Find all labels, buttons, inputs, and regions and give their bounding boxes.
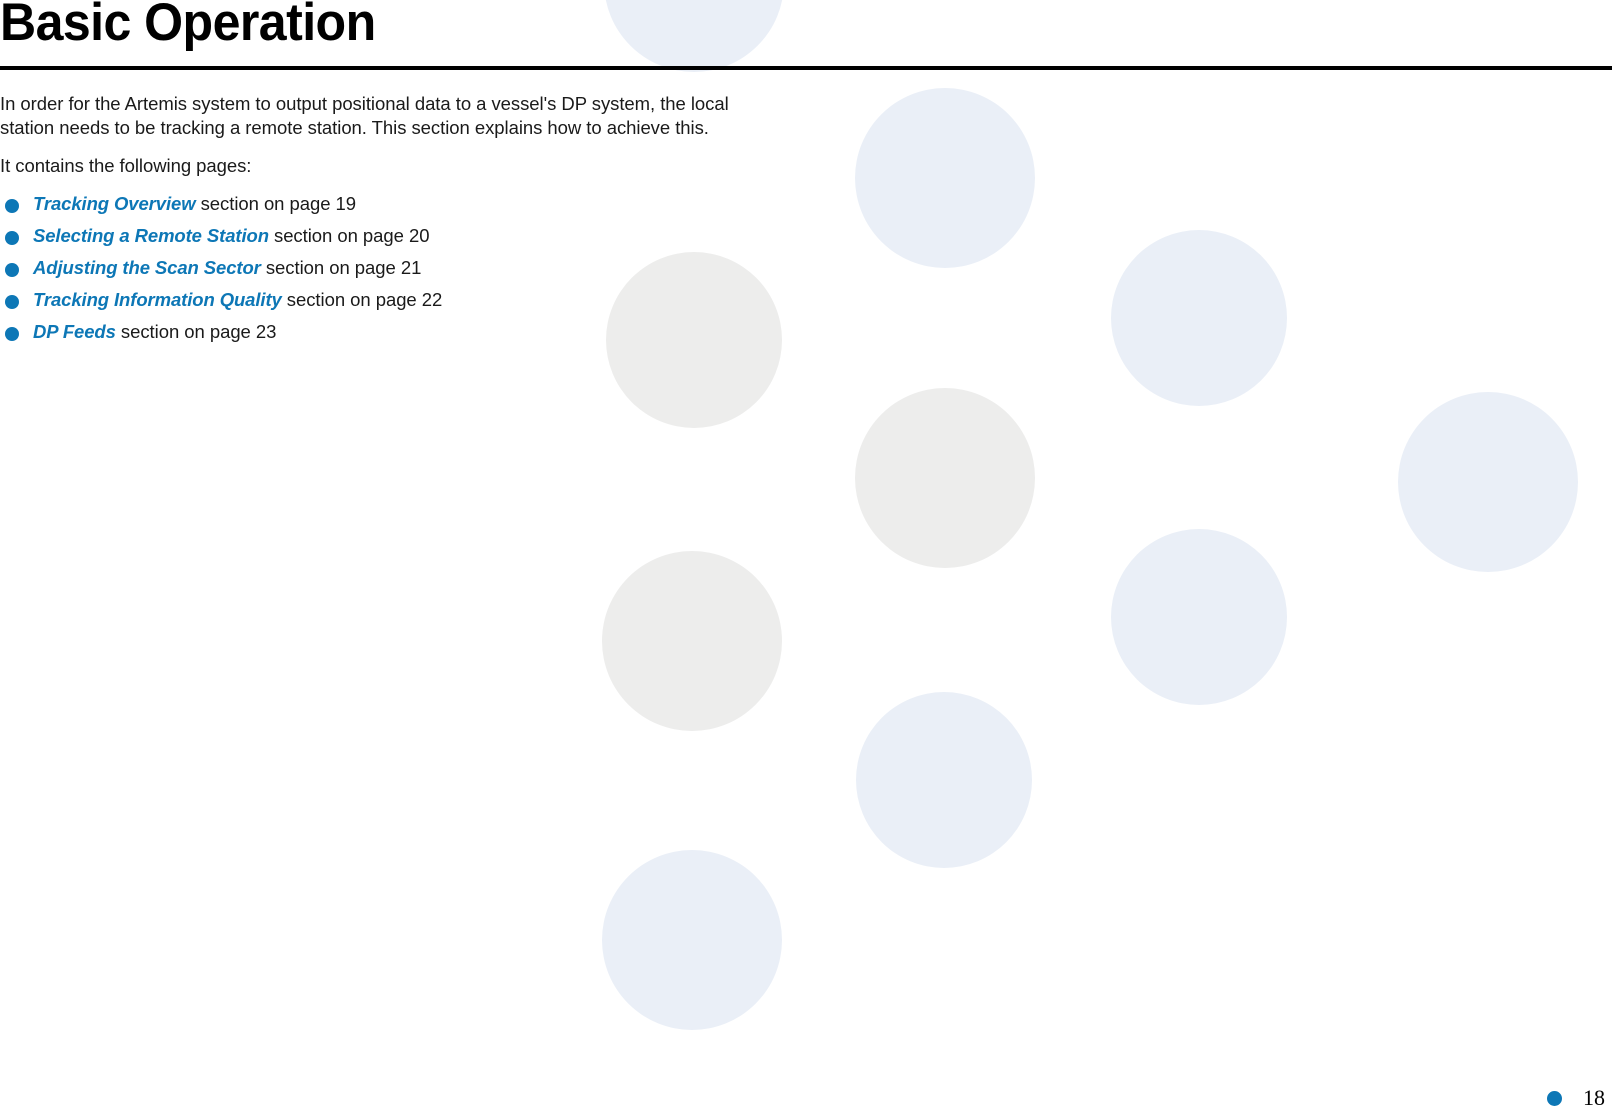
list-item[interactable]: Tracking Overview section on page 19 bbox=[0, 188, 820, 220]
filled-circle-icon bbox=[5, 294, 19, 309]
section-cross-reference-list: Tracking Overview section on page 19 Sele… bbox=[0, 188, 820, 348]
decor-circle-blue-3 bbox=[1111, 230, 1287, 406]
list-item[interactable]: Adjusting the Scan Sector section on pag… bbox=[0, 252, 820, 284]
filled-circle-icon bbox=[5, 326, 19, 341]
decor-circle-gray-3 bbox=[602, 551, 782, 731]
contains-pages-line: It contains the following pages: bbox=[0, 155, 252, 176]
filled-circle-icon bbox=[1547, 1090, 1562, 1106]
cross-reference-page-ref: section on page 23 bbox=[115, 320, 277, 342]
list-item[interactable]: DP Feeds section on page 23 bbox=[0, 316, 820, 348]
decor-circle-blue-7 bbox=[602, 850, 782, 1030]
intro-paragraph: In order for the Artemis system to outpu… bbox=[0, 93, 729, 138]
filled-circle-icon bbox=[5, 230, 19, 245]
filled-circle-icon bbox=[5, 198, 19, 213]
list-item[interactable]: Selecting a Remote Station section on pa… bbox=[0, 220, 820, 252]
decor-circle-blue-1 bbox=[604, 0, 784, 72]
cross-reference-link[interactable]: Tracking Overview bbox=[33, 193, 196, 214]
decor-circle-blue-6 bbox=[856, 692, 1032, 868]
cross-reference-link[interactable]: Tracking Information Quality bbox=[33, 289, 282, 310]
page-footer: 18 bbox=[1547, 1087, 1605, 1109]
page-number: 18 bbox=[1583, 1085, 1605, 1110]
cross-reference-link[interactable]: DP Feeds bbox=[33, 321, 116, 342]
cross-reference-page-ref: section on page 20 bbox=[268, 224, 430, 246]
cross-reference-link[interactable]: Selecting a Remote Station bbox=[33, 225, 269, 246]
list-item[interactable]: Tracking Information Quality section on … bbox=[0, 284, 820, 316]
decor-circle-blue-4 bbox=[1398, 392, 1578, 572]
decor-circle-blue-2 bbox=[855, 88, 1035, 268]
document-page: Basic Operation In order for the Artemis… bbox=[0, 0, 1612, 1114]
page-title: Basic Operation bbox=[0, 0, 376, 52]
decor-circle-gray-2 bbox=[855, 388, 1035, 568]
cross-reference-page-ref: section on page 19 bbox=[195, 192, 357, 214]
filled-circle-icon bbox=[5, 262, 19, 277]
page-content: In order for the Artemis system to outpu… bbox=[0, 92, 820, 348]
cross-reference-page-ref: section on page 21 bbox=[260, 256, 422, 278]
cross-reference-page-ref: section on page 22 bbox=[281, 288, 443, 310]
title-divider-rule bbox=[0, 66, 1612, 70]
decor-circle-blue-5 bbox=[1111, 529, 1287, 705]
cross-reference-link[interactable]: Adjusting the Scan Sector bbox=[33, 257, 261, 278]
